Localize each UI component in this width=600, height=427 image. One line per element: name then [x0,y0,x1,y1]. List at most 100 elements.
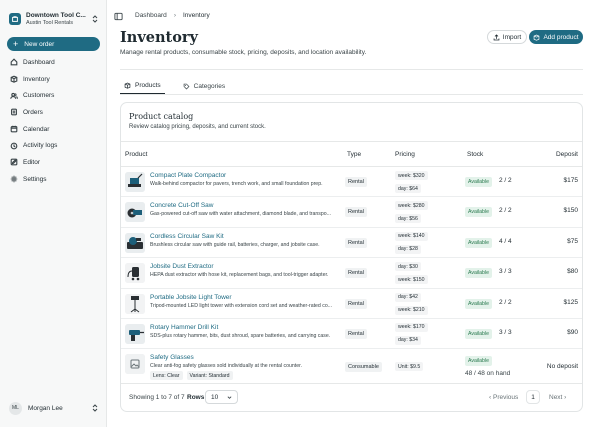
product-name-link[interactable]: Compact Plate Compactor [150,172,226,179]
sidebar-item-inventory[interactable]: Inventory [7,71,100,88]
type-badge: Rental [345,237,367,248]
gear-icon [10,175,18,183]
orders-icon [11,109,17,116]
chevron-right-icon: › [173,12,176,19]
image-placeholder-icon [125,354,145,375]
product-thumbnail [125,293,145,314]
price-chip: Unit: $9.5 [395,362,424,372]
price-chip: week: $140 [395,231,428,241]
product-description: HEPA dust extractor with hose kit, repla… [150,272,329,279]
product-name-link[interactable]: Portable Jobsite Light Tower [150,294,232,301]
org-subtitle: Austin Tool Rentals [26,19,73,26]
product-description: Walk-behind compactor for pavers, trench… [150,181,323,187]
import-label: Import [502,33,522,41]
new-order-button[interactable]: + New order [7,37,100,51]
next-page-button[interactable]: Next › [549,394,566,401]
rows-per-page-value: 10 [211,393,219,401]
variant-tag: Variant: Standard [186,371,233,381]
product-name-link[interactable]: Concrete Cut-Off Saw [150,202,213,209]
tab-label: Categories [193,82,226,90]
table-row[interactable]: Safety Glasses Clear anti-fog safety gla… [121,349,582,386]
org-switcher[interactable]: Downtown Tool C... Austin Tool Rentals [9,8,99,30]
stock-count: 3 / 3 [499,268,512,276]
table-row[interactable]: Jobsite Dust Extractor HEPA dust extract… [121,258,582,289]
import-button[interactable]: Import [487,30,527,44]
product-thumbnail [125,263,145,284]
price-chip: week: $320 [395,171,428,180]
new-order-label: New order [24,40,55,48]
stock-count: 2 / 2 [499,177,512,184]
table-row[interactable]: Compact Plate Compactor Walk-behind comp… [121,167,582,198]
deposit-value: No deposit [546,363,578,371]
sidebar-item-settings[interactable]: Settings [7,171,100,188]
sidebar-item-editor[interactable]: Editor [7,154,100,171]
sidebar-item-calendar[interactable]: Calendar [7,121,100,138]
sidebar-item-label: Dashboard [23,58,55,66]
sidebar-item-label: Orders [23,108,43,116]
product-name-link[interactable]: Cordless Circular Saw Kit [150,233,224,240]
sidebar-item-orders[interactable]: Orders [7,104,100,121]
page-number-button[interactable]: 1 [526,390,540,404]
product-thumbnail [125,202,145,223]
tab-label: Products [135,82,161,89]
product-name-link[interactable]: Jobsite Dust Extractor [150,263,214,270]
calendar-icon [10,125,18,133]
tab-bar: Products Categories [120,78,243,94]
table-row[interactable]: Portable Jobsite Light Tower Tripod-moun… [121,289,582,319]
sidebar-item-customers[interactable]: Customers [7,87,100,104]
stock-count: 4 / 4 [499,237,512,245]
editor-icon [10,159,18,166]
status-badge: Available [465,268,492,279]
stock-on-hand: 48 / 48 on hand [465,370,511,378]
product-description: Clear anti-fog safety glasses sold indiv… [150,363,302,370]
type-badge: Rental [345,207,367,218]
product-description: Brushless circular saw with guide rail, … [150,241,320,248]
deposit-value: $75 [567,237,578,245]
product-thumbnail [125,172,145,192]
upload-icon [493,33,500,40]
type-badge: Rental [345,298,367,309]
type-badge: Rental [345,268,367,279]
rows-per-page-select[interactable]: 10 [205,390,238,404]
stock-count: 2 / 2 [499,207,512,215]
product-name-link[interactable]: Rotary Hammer Drill Kit [150,324,218,331]
org-logo-icon [9,13,21,25]
table-row[interactable]: Cordless Circular Saw Kit Brushless circ… [121,228,582,259]
tabs-divider [120,94,583,95]
add-product-label: Add product [543,33,579,41]
user-menu[interactable]: ML Morgan Lee [9,400,99,416]
tab-products[interactable]: Products [120,78,165,94]
table-row[interactable]: Concrete Cut-Off Saw Gas-powered cut-off… [121,197,582,228]
status-badge: Available [465,328,492,339]
main-content: Dashboard › Inventory Inventory Manage r… [107,0,600,427]
activity-icon [10,142,18,150]
sidebar-nav: Dashboard Inventory Customers Orders Cal… [7,54,100,188]
breadcrumb: Dashboard › Inventory [135,12,210,19]
chevron-updown-icon [92,15,98,23]
sidebar-item-label: Customers [23,92,55,100]
breadcrumb-dashboard[interactable]: Dashboard [135,12,167,19]
chevron-down-icon [227,396,232,399]
breadcrumb-current: Inventory [182,12,210,19]
table-row[interactable]: Rotary Hammer Drill Kit SDS-plus rotary … [121,319,582,350]
status-badge: Available [465,237,492,248]
add-product-button[interactable]: Add product [529,30,583,44]
dashboard-icon [10,58,18,66]
next-label: Next [549,394,563,401]
previous-page-button[interactable]: ‹ Previous [489,394,518,401]
sidebar-item-label: Editor [23,158,40,166]
box-icon [10,75,18,83]
deposit-value: $125 [563,298,578,306]
pagination-summary: Showing 1 to 7 of 7 [129,394,185,401]
sidebar-item-activity-logs[interactable]: Activity logs [7,137,100,154]
sidebar-item-dashboard[interactable]: Dashboard [7,54,100,71]
price-chip: day: $34 [395,335,421,345]
sidebar: Downtown Tool C... Austin Tool Rentals +… [0,0,107,427]
tab-categories[interactable]: Categories [179,78,229,94]
product-name-link[interactable]: Safety Glasses [150,354,194,361]
sidebar-toggle-icon[interactable] [114,12,123,21]
page-subtitle: Manage rental products, consumable stock… [120,49,367,56]
deposit-value: $175 [563,177,578,184]
sidebar-item-label: Settings [23,175,47,183]
sidebar-item-label: Calendar [23,125,50,133]
